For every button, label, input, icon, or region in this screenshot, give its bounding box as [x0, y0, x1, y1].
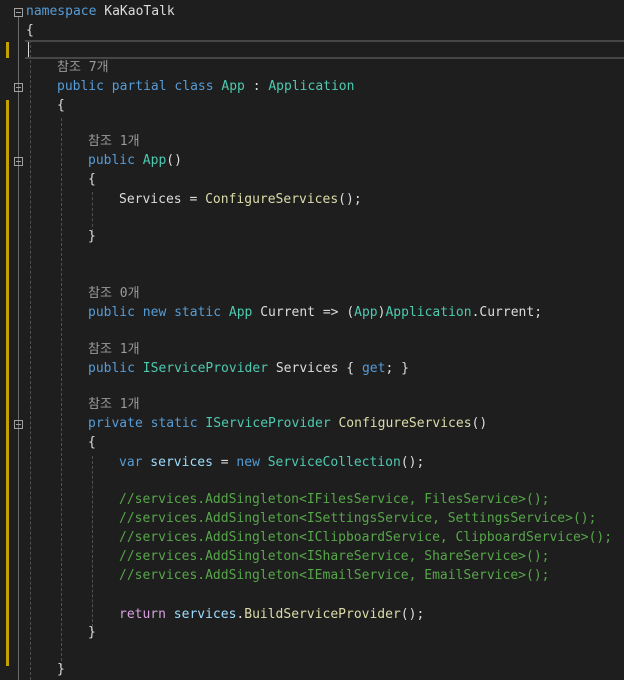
indent-guide — [61, 118, 62, 666]
code-line[interactable]: public partial class App : Application — [57, 77, 354, 96]
code-line[interactable]: private static IServiceProvider Configur… — [88, 414, 487, 433]
code-comment-line[interactable]: //services.AddSingleton<IShareService, S… — [119, 547, 549, 566]
code-comment-line[interactable]: //services.AddSingleton<IEmailService, E… — [119, 566, 549, 585]
code-comment-line[interactable]: //services.AddSingleton<IFilesService, F… — [119, 490, 549, 509]
outline-tree-line — [18, 17, 19, 680]
code-line[interactable]: public new static App Current => (App)Ap… — [88, 303, 542, 322]
codelens-references[interactable]: 참조 1개 — [88, 340, 140, 359]
codelens-references[interactable]: 참조 0개 — [88, 284, 140, 303]
code-comment-line[interactable]: //services.AddSingleton<IClipboardServic… — [119, 528, 612, 547]
indent-guide — [92, 456, 93, 632]
code-line[interactable]: { — [26, 21, 34, 40]
code-line[interactable]: } — [88, 227, 96, 246]
text-caret — [28, 42, 29, 57]
modified-line-marker — [6, 42, 9, 58]
code-line[interactable]: namespace KaKaoTalk — [26, 2, 175, 21]
code-comment-line[interactable]: //services.AddSingleton<ISettingsService… — [119, 509, 596, 528]
fold-collapse-icon[interactable] — [14, 83, 23, 92]
code-line[interactable]: } — [88, 623, 96, 642]
code-line[interactable]: public App() — [88, 151, 182, 170]
code-line[interactable]: var services = new ServiceCollection(); — [119, 453, 424, 472]
code-line[interactable]: { — [88, 170, 96, 189]
codelens-references[interactable]: 참조 1개 — [88, 395, 140, 414]
codelens-references[interactable]: 참조 1개 — [88, 132, 140, 151]
code-editor[interactable]: namespace KaKaoTalk { 참조 7개 public parti… — [0, 0, 624, 680]
code-line[interactable]: Services = ConfigureServices(); — [119, 190, 362, 209]
indent-guide — [92, 192, 93, 232]
current-line-highlight — [25, 40, 624, 59]
code-line[interactable]: return services.BuildServiceProvider(); — [119, 605, 424, 624]
code-line[interactable]: } — [57, 660, 65, 679]
fold-collapse-icon[interactable] — [14, 157, 23, 166]
codelens-references[interactable]: 참조 7개 — [57, 58, 109, 77]
modified-block-marker — [6, 100, 9, 666]
code-line[interactable]: { — [57, 96, 65, 115]
fold-collapse-icon[interactable] — [14, 420, 23, 429]
fold-collapse-icon[interactable] — [14, 8, 23, 17]
indent-guide — [30, 40, 31, 680]
code-line[interactable]: public IServiceProvider Services { get; … — [88, 359, 409, 378]
code-line[interactable]: { — [88, 433, 96, 452]
